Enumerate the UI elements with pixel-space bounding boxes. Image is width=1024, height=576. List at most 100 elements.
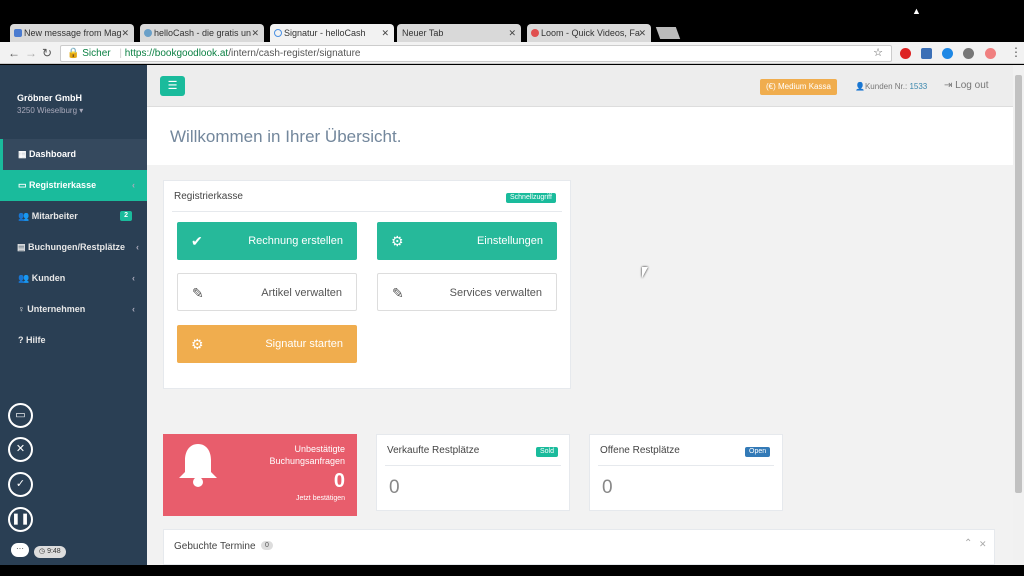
tab-title: Loom - Quick Videos, Fa	[541, 28, 640, 38]
cancel-recording-button[interactable]: ✕	[8, 437, 33, 462]
question-icon: ?	[18, 335, 24, 345]
sidebar-item-buchungen[interactable]: ▤ Buchungen/Restplätze ‹	[0, 232, 147, 263]
close-tab-icon[interactable]: ✕	[381, 24, 389, 42]
top-nav: ☰ (€) Medium Kassa 👤Kunden Nr.: 1533 ⇥ L…	[147, 65, 1013, 107]
camera-off-icon: ▭	[15, 409, 26, 421]
new-tab-button[interactable]	[655, 27, 681, 39]
tab-title: helloCash - die gratis un	[154, 28, 252, 38]
customer-number-value: 1533	[909, 82, 928, 91]
unconfirmed-label-line2: Buchungsanfragen	[269, 456, 345, 466]
menu-toggle-button[interactable]: ☰	[160, 76, 185, 96]
caret-down-icon: ▾	[79, 106, 84, 115]
clock-icon: ◷	[39, 548, 46, 555]
logout-link[interactable]: ⇥ Log out	[944, 80, 989, 91]
company-name: Gröbner GmbH	[17, 93, 83, 103]
register-panel: Registrierkasse Schnellzugriff ✔ Rechnung…	[163, 180, 571, 389]
browser-tab[interactable]: Loom - Quick Videos, Fa ✕	[527, 24, 651, 42]
loading-spinner-icon	[274, 29, 282, 37]
bookmark-star-icon[interactable]: ☆	[873, 46, 883, 61]
close-icon: ✕	[15, 443, 26, 455]
extension-icon[interactable]	[900, 48, 911, 59]
url-input[interactable]: 🔒 Sicher | https://bookgoodlook.at/inter…	[60, 45, 892, 62]
sidebar-item-dashboard[interactable]: ▦ Dashboard	[0, 139, 147, 170]
loom-more-button[interactable]: ···	[11, 543, 29, 557]
sidebar-item-unternehmen[interactable]: ♀ Unternehmen ‹	[0, 294, 147, 325]
close-tab-icon[interactable]: ✕	[251, 24, 259, 42]
booked-appointments-panel: Gebuchte Termine 0 ⌃ ✕	[163, 529, 995, 565]
extension-icon[interactable]	[963, 48, 974, 59]
company-location: 3250 Wieselburg	[17, 106, 78, 115]
close-tab-icon[interactable]: ✕	[638, 24, 646, 42]
close-icon[interactable]: ✕	[979, 539, 987, 550]
loom-extension-icon[interactable]	[985, 48, 996, 59]
camera-off-button[interactable]: ▭	[8, 403, 33, 428]
loom-favicon-icon	[531, 29, 539, 37]
back-icon[interactable]: ←	[8, 45, 20, 61]
reload-icon[interactable]: ↻	[42, 45, 52, 61]
tab-title: Neuer Tab	[402, 28, 444, 38]
browser-menu-icon[interactable]: ⋮	[1010, 45, 1022, 59]
pause-recording-button[interactable]: ❚❚	[8, 507, 33, 532]
url-path: /intern/cash-register/signature	[228, 48, 361, 59]
sidebar-item-label: Dashboard	[29, 149, 77, 159]
users-icon: 👥	[18, 211, 30, 221]
check-icon: ✔	[191, 233, 203, 249]
button-label: Rechnung erstellen	[248, 235, 343, 247]
main-content: ☰ (€) Medium Kassa 👤Kunden Nr.: 1533 ⇥ L…	[147, 65, 1013, 565]
check-icon: ✓	[15, 478, 26, 490]
page-title: Willkommen in Ihrer Übersicht.	[170, 127, 402, 146]
chevron-left-icon: ‹	[132, 273, 135, 283]
panel-title: Registrierkasse	[174, 191, 243, 202]
open-spots-panel: Offene Restplätze Open 0	[589, 434, 783, 511]
chevron-up-icon[interactable]: ⌃	[964, 538, 972, 549]
button-label: Einstellungen	[476, 235, 543, 247]
start-signature-button[interactable]: ⚙ Signatur starten	[177, 325, 357, 363]
customer-number-label: Kunden Nr.:	[864, 82, 908, 91]
extension-icon[interactable]	[942, 48, 953, 59]
button-label: Signatur starten	[265, 338, 343, 350]
sidebar-item-kunden[interactable]: 👥 Kunden ‹	[0, 263, 147, 294]
recording-timer: ◷ 9:48	[34, 546, 66, 558]
edit-icon: ✎	[392, 285, 404, 301]
cash-icon: (€)	[766, 82, 776, 91]
sidebar-item-hilfe[interactable]: ? Hilfe	[0, 325, 147, 356]
page-scrollbar[interactable]	[1013, 65, 1024, 565]
count-badge: 0	[261, 541, 273, 550]
chevron-left-icon: ‹	[132, 180, 135, 190]
divider	[598, 465, 774, 466]
calendar-icon: ▤	[17, 242, 26, 252]
hamburger-icon: ☰	[167, 80, 178, 92]
manage-articles-button[interactable]: ✎ Artikel verwalten	[177, 273, 357, 311]
create-invoice-button[interactable]: ✔ Rechnung erstellen	[177, 222, 357, 260]
manage-services-button[interactable]: ✎ Services verwalten	[377, 273, 557, 311]
settings-button[interactable]: ⚙ Einstellungen	[377, 222, 557, 260]
browser-tab-active[interactable]: Signatur - helloCash ✕	[270, 24, 394, 42]
panel-title: Verkaufte Restplätze	[387, 445, 480, 456]
scrollbar-thumb[interactable]	[1015, 75, 1022, 493]
browser-tab[interactable]: Neuer Tab ✕	[397, 24, 521, 42]
close-tab-icon[interactable]: ✕	[508, 24, 516, 42]
plan-badge[interactable]: (€) Medium Kassa	[760, 79, 837, 95]
sold-spots-panel: Verkaufte Restplätze Sold 0	[376, 434, 570, 511]
sidebar-item-mitarbeiter[interactable]: 👥 Mitarbeiter 2	[0, 201, 147, 232]
divider	[385, 465, 561, 466]
count-badge: 2	[120, 211, 132, 221]
panel-title: Offene Restplätze	[600, 445, 680, 456]
sign-out-icon: ⇥	[944, 80, 953, 91]
extension-icon[interactable]	[921, 48, 932, 59]
edit-icon: ✎	[192, 285, 204, 301]
company-location-dropdown[interactable]: 3250 Wieselburg ▾	[17, 106, 83, 115]
secure-label: Sicher	[82, 48, 111, 59]
divider	[172, 211, 562, 212]
users-icon: 👥	[18, 273, 30, 283]
unconfirmed-bookings-tile[interactable]: Unbestätigte Buchungsanfragen 0 Jetzt be…	[163, 434, 357, 516]
browser-tab[interactable]: New message from Mag ✕	[10, 24, 134, 42]
close-tab-icon[interactable]: ✕	[121, 24, 129, 42]
browser-tab[interactable]: helloCash - die gratis un ✕	[140, 24, 264, 42]
finish-recording-button[interactable]: ✓	[8, 472, 33, 497]
confirm-now-link[interactable]: Jetzt bestätigen	[296, 495, 345, 502]
forward-icon[interactable]: →	[25, 45, 37, 61]
sidebar-item-label: Hilfe	[26, 335, 46, 345]
sold-count: 0	[389, 477, 400, 498]
sidebar-item-registrierkasse[interactable]: ▭ Registrierkasse ‹	[0, 170, 147, 201]
